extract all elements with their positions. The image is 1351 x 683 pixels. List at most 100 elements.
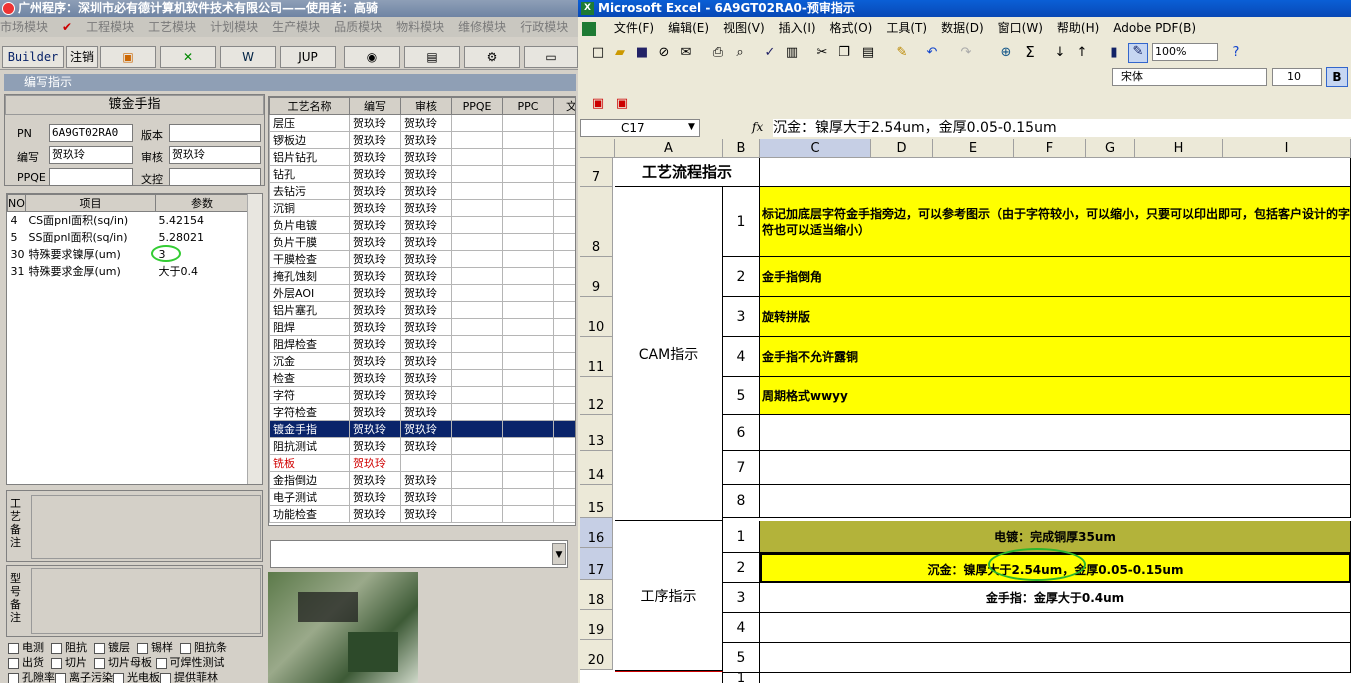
menu-insert[interactable]: 插入(I) xyxy=(779,17,816,39)
select-all-corner[interactable] xyxy=(580,139,615,158)
table-row[interactable]: 去钻污 贺玖玲 贺玖玲 xyxy=(269,182,575,200)
next-item-number[interactable]: 1 xyxy=(723,671,760,683)
pn-field[interactable]: 6A9GT02RA0 xyxy=(49,124,133,142)
hyperlink-icon[interactable]: ⊕ xyxy=(998,45,1014,61)
row-header[interactable]: 16 xyxy=(580,518,613,548)
item-number[interactable]: 6 xyxy=(723,415,760,451)
checkbox[interactable] xyxy=(113,672,124,683)
menu-edit[interactable]: 编辑(E) xyxy=(668,17,709,39)
chart-wizard-icon[interactable]: ▮ xyxy=(1106,45,1122,61)
format-painter-icon[interactable]: ✎ xyxy=(894,45,910,61)
font-size-select[interactable]: 10 xyxy=(1272,68,1322,86)
cell-c7[interactable] xyxy=(760,158,1351,187)
item-number[interactable]: 8 xyxy=(723,485,760,518)
save-icon[interactable]: ■ xyxy=(634,45,650,61)
menu-view[interactable]: 视图(V) xyxy=(723,17,765,39)
checkbox[interactable] xyxy=(160,672,171,683)
column-header[interactable]: E xyxy=(933,139,1014,158)
row-header[interactable]: 15 xyxy=(580,485,613,518)
permission-icon[interactable]: ⊘ xyxy=(656,45,672,61)
column-header[interactable]: F xyxy=(1014,139,1086,158)
table-row[interactable]: 钻孔 贺玖玲 贺玖玲 xyxy=(269,165,575,183)
checkbox[interactable] xyxy=(137,642,148,654)
next-section-cell[interactable] xyxy=(615,671,723,683)
item-number[interactable]: 4 xyxy=(723,337,760,377)
function-icon[interactable]: fx xyxy=(752,120,763,134)
table-row[interactable]: 阻抗测试 贺玖玲 贺玖玲 xyxy=(269,437,575,455)
menu-format[interactable]: 格式(O) xyxy=(830,17,873,39)
writer-field[interactable]: 贺玖玲 xyxy=(49,146,133,164)
email-icon[interactable]: ✉ xyxy=(678,45,694,61)
reviewer-field[interactable]: 贺玖玲 xyxy=(169,146,261,164)
process-instruction-cell[interactable] xyxy=(760,613,1351,643)
column-header[interactable]: I xyxy=(1223,139,1351,158)
checkbox[interactable] xyxy=(51,657,62,669)
new-icon[interactable]: □ xyxy=(590,45,606,61)
table-row[interactable]: 阻焊检查 贺玖玲 贺玖玲 xyxy=(269,335,575,353)
cam-instruction-cell[interactable]: 金手指倒角 xyxy=(760,257,1351,297)
autosum-icon[interactable]: Σ xyxy=(1022,44,1038,60)
cam-instruction-cell[interactable] xyxy=(760,485,1351,518)
process-instruction-cell[interactable]: 金手指：金厚大于0.4um xyxy=(760,583,1351,613)
help-icon[interactable]: ? xyxy=(1228,45,1244,61)
row-header[interactable]: 20 xyxy=(580,640,613,670)
cam-instruction-cell[interactable]: 标记加底层字符金手指旁边，可以参考图示（由于字符较小，可以缩小，只要可以印出即可… xyxy=(760,187,1351,257)
doc-control-field[interactable] xyxy=(169,168,261,186)
table-row[interactable]: 锣板边 贺玖玲 贺玖玲 xyxy=(269,131,575,149)
menu-repair[interactable]: 维修模块 xyxy=(458,20,506,34)
table-row[interactable]: 外层AOI 贺玖玲 贺玖玲 xyxy=(269,284,575,302)
process-flow-header[interactable]: 工艺流程指示 xyxy=(615,158,760,187)
menu-file[interactable]: 文件(F) xyxy=(614,17,654,39)
builder-button[interactable]: Builder xyxy=(2,46,64,68)
table-row[interactable]: 电子测试 贺玖玲 贺玖玲 xyxy=(269,488,575,506)
menu-window[interactable]: 窗口(W) xyxy=(998,17,1043,39)
row-header[interactable]: 10 xyxy=(580,297,613,337)
cam-instruction-label[interactable]: CAM指示 xyxy=(615,187,723,521)
table-row[interactable]: 干膜检查 贺玖玲 贺玖玲 xyxy=(269,250,575,268)
table-row[interactable]: 负片干膜 贺玖玲 贺玖玲 xyxy=(269,233,575,251)
table-row[interactable]: 铣板 贺玖玲 xyxy=(269,454,575,472)
cam-instruction-cell[interactable]: 旋转拼版 xyxy=(760,297,1351,337)
table-row[interactable]: 31 特殊要求金厚(um) 大于0.4 xyxy=(8,263,249,280)
pdf-email-icon[interactable]: ▣ xyxy=(614,96,630,112)
checkbox[interactable] xyxy=(94,642,105,654)
table-row[interactable]: 沉铜 贺玖玲 贺玖玲 xyxy=(269,199,575,217)
item-number[interactable]: 5 xyxy=(723,377,760,415)
eye-icon[interactable]: ◉ xyxy=(344,46,400,68)
menu-adobe-pdf[interactable]: Adobe PDF(B) xyxy=(1113,17,1196,39)
row-header[interactable]: 11 xyxy=(580,337,613,377)
item-number[interactable]: 5 xyxy=(723,643,760,673)
column-header[interactable]: A xyxy=(615,139,723,158)
table-row[interactable]: 镀金手指 贺玖玲 贺玖玲 xyxy=(269,420,575,438)
cam-instruction-cell[interactable]: 周期格式wwyy xyxy=(760,377,1351,415)
menu-engineering[interactable]: 工程模块 xyxy=(86,20,134,34)
font-select[interactable]: 宋体 xyxy=(1112,68,1267,86)
item-number[interactable]: 3 xyxy=(723,297,760,337)
logout-button[interactable]: 注销 xyxy=(66,46,98,68)
cam-instruction-cell[interactable]: 金手指不允许露铜 xyxy=(760,337,1351,377)
formula-bar[interactable]: 沉金：镍厚大于2.54um，金厚0.05-0.15um xyxy=(773,119,1351,137)
checkbox[interactable] xyxy=(155,657,167,669)
menu-production[interactable]: 生产模块 xyxy=(272,20,320,34)
item-number[interactable]: 1 xyxy=(723,187,760,257)
open-icon[interactable]: ▰ xyxy=(612,45,628,61)
cam-instruction-cell[interactable] xyxy=(760,415,1351,451)
version-field[interactable] xyxy=(169,124,261,142)
excel-icon[interactable]: ✕ xyxy=(160,46,216,68)
column-header[interactable]: H xyxy=(1135,139,1223,158)
item-number[interactable]: 2 xyxy=(723,257,760,297)
cam-instruction-cell[interactable] xyxy=(760,451,1351,485)
redo-icon[interactable]: ↷ xyxy=(958,45,974,61)
row-header[interactable]: 9 xyxy=(580,257,613,297)
menu-help[interactable]: 帮助(H) xyxy=(1057,17,1099,39)
checkbox[interactable] xyxy=(51,642,62,654)
column-header[interactable]: C xyxy=(760,139,871,158)
copy-icon[interactable]: ❐ xyxy=(836,45,852,61)
bold-button[interactable]: B xyxy=(1326,67,1348,87)
zoom-select[interactable]: 100% xyxy=(1152,43,1218,61)
row-header[interactable]: 17 xyxy=(580,548,613,580)
table-row[interactable]: 铝片钻孔 贺玖玲 贺玖玲 xyxy=(269,148,575,166)
table-row[interactable]: 30 特殊要求镍厚(um) 3 xyxy=(8,246,249,263)
process-instruction-label[interactable]: 工序指示 xyxy=(615,521,723,671)
row-header[interactable]: 7 xyxy=(580,158,613,187)
